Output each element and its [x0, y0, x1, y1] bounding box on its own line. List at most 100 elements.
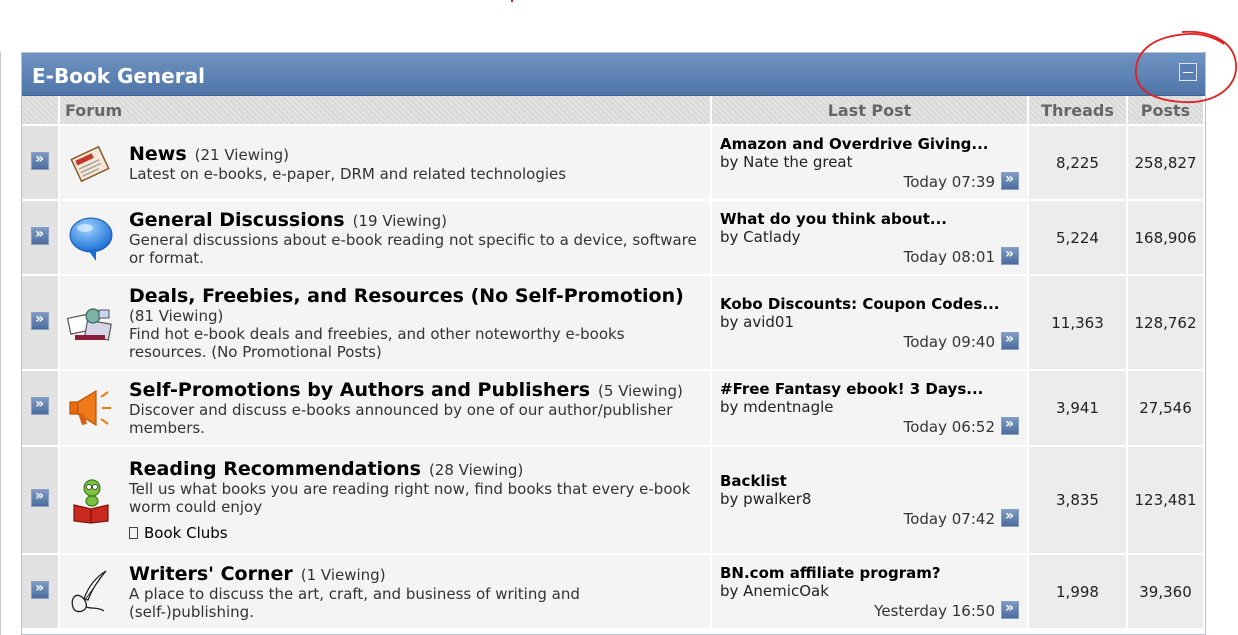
column-header-spacer: [22, 96, 60, 126]
forum-description: General discussions about e-book reading…: [129, 230, 697, 267]
column-header-posts: Posts: [1128, 96, 1205, 126]
forum-status-cell: [22, 126, 60, 201]
last-post-cell: Kobo Discounts: Coupon Codes... by avid0…: [712, 276, 1029, 371]
forum-title-link[interactable]: General Discussions: [129, 209, 345, 231]
go-to-last-post-button[interactable]: [1001, 171, 1019, 190]
bookworm-icon: [73, 479, 109, 524]
viewing-count: (28 Viewing): [428, 461, 524, 479]
forum-description: Find hot e-book deals and freebies, and …: [129, 324, 625, 361]
forum-title-link[interactable]: Reading Recommendations: [129, 458, 421, 480]
forum-jump-button[interactable]: [31, 226, 49, 245]
last-post-cell: #Free Fantasy ebook! 3 Days... by mdentn…: [712, 371, 1029, 447]
deals-icon: [66, 307, 112, 341]
last-post-author[interactable]: by AnemicOak: [720, 582, 1019, 600]
forum-jump-button[interactable]: [31, 396, 49, 415]
column-header-threads: Threads: [1029, 96, 1128, 126]
last-post-cell: Backlist by pwalker8 Today 07:42: [712, 447, 1029, 555]
last-post-author[interactable]: by avid01: [720, 313, 1019, 331]
column-header-last-post: Last Post: [712, 96, 1029, 126]
forum-description: Discover and discuss e-books announced b…: [129, 401, 673, 437]
last-post-time: Today 06:52: [903, 418, 995, 436]
subforum-label: Book Clubs: [144, 524, 228, 542]
thread-count: 8,225: [1029, 126, 1128, 201]
go-to-last-post-button[interactable]: [1001, 508, 1019, 527]
column-header-row: Forum Last Post Threads Posts: [22, 96, 1205, 126]
last-post-author[interactable]: by mdentnagle: [720, 398, 1019, 416]
forum-status-cell: [22, 276, 60, 371]
forum-row-general-discussions: General Discussions (19 Viewing) General …: [22, 201, 1205, 276]
go-to-last-post-button[interactable]: [1001, 246, 1019, 265]
last-post-cell: What do you think about... by Catlady To…: [712, 201, 1029, 276]
viewing-count: (5 Viewing): [598, 382, 683, 400]
last-post-title-link[interactable]: Kobo Discounts: Coupon Codes...: [720, 295, 1019, 313]
forum-description: A place to discuss the art, craft, and b…: [129, 584, 580, 621]
forum-status-cell: [22, 201, 60, 276]
forum-row-self-promotions: Self-Promotions by Authors and Publisher…: [22, 371, 1205, 447]
viewing-count: (19 Viewing): [352, 211, 447, 230]
megaphone-icon: [69, 389, 111, 427]
last-post-time: Today 09:40: [903, 332, 995, 351]
forum-jump-button[interactable]: [31, 488, 49, 507]
thread-count: 3,941: [1029, 371, 1128, 447]
forum-jump-button[interactable]: [31, 151, 49, 170]
forum-title-link[interactable]: Self-Promotions by Authors and Publisher…: [129, 379, 590, 401]
post-count: 258,827: [1128, 126, 1205, 201]
forum-row-reading-recommendations: Reading Recommendations (28 Viewing) Tell…: [22, 447, 1205, 555]
go-to-last-post-button[interactable]: [1001, 600, 1019, 619]
thread-count: 3,835: [1029, 447, 1128, 555]
last-post-time: Today 07:39: [903, 172, 995, 191]
category-title[interactable]: E-Book General: [32, 64, 205, 88]
post-count: 123,481: [1128, 447, 1205, 555]
forum-status-cell: [22, 447, 60, 555]
page-left-border: [0, 52, 1, 635]
newspaper-icon: [70, 145, 110, 182]
forum-jump-button[interactable]: [31, 311, 49, 330]
column-header-forum: Forum: [60, 96, 712, 126]
forum-description: Tell us what books you are reading right…: [129, 480, 691, 516]
post-count: 128,762: [1128, 276, 1205, 371]
go-to-last-post-button[interactable]: [1001, 331, 1019, 350]
subforum-link-book-clubs[interactable]: Book Clubs: [129, 524, 702, 542]
last-post-title-link[interactable]: Amazon and Overdrive Giving...: [720, 135, 1019, 153]
last-post-title-link[interactable]: BN.com affiliate program?: [720, 564, 1019, 582]
last-post-author[interactable]: by Nate the great: [720, 153, 1019, 171]
forum-info-cell: Deals, Freebies, and Resources (No Self-…: [60, 276, 712, 371]
collapse-category-button[interactable]: [1179, 63, 1197, 81]
forum-status-cell: [22, 371, 60, 447]
speech-bubble-icon: [69, 217, 113, 261]
quill-pen-icon: [71, 569, 107, 612]
forum-info-cell: Self-Promotions by Authors and Publisher…: [60, 371, 712, 447]
post-count: 168,906: [1128, 201, 1205, 276]
forum-description: Latest on e-books, e-paper, DRM and rela…: [129, 164, 567, 183]
thread-count: 5,224: [1029, 201, 1128, 276]
last-post-author[interactable]: by pwalker8: [720, 490, 1019, 508]
forum-title-link[interactable]: News: [129, 143, 187, 165]
viewing-count: (21 Viewing): [194, 145, 290, 164]
last-post-time: Today 07:42: [903, 510, 995, 528]
annotation-dot: [511, 0, 513, 2]
forum-jump-button[interactable]: [31, 580, 49, 599]
forum-info-cell: Reading Recommendations (28 Viewing) Tell…: [60, 447, 712, 555]
thread-count: 1,998: [1029, 555, 1128, 630]
forum-info-cell: General Discussions (19 Viewing) General …: [60, 201, 712, 276]
forum-title-link[interactable]: Writers' Corner: [129, 563, 293, 585]
forum-row-writers-corner: Writers' Corner (1 Viewing) A place to di…: [22, 555, 1205, 630]
last-post-title-link[interactable]: What do you think about...: [720, 210, 1019, 228]
document-icon: [129, 527, 138, 539]
category-header: E-Book General: [22, 53, 1205, 96]
last-post-cell: BN.com affiliate program? by AnemicOak Y…: [712, 555, 1029, 630]
viewing-count: (81 Viewing): [129, 306, 224, 325]
post-count: 39,360: [1128, 555, 1205, 630]
forum-table: Forum Last Post Threads Posts » News (21…: [22, 96, 1205, 630]
go-to-last-post-button[interactable]: [1001, 416, 1019, 435]
forum-category-block: E-Book General Forum Last Post Threads P…: [21, 52, 1206, 635]
last-post-time: Today 08:01: [903, 247, 995, 266]
forum-title-link[interactable]: Deals, Freebies, and Resources (No Self-…: [129, 285, 684, 307]
last-post-author[interactable]: by Catlady: [720, 228, 1019, 246]
last-post-title-link[interactable]: #Free Fantasy ebook! 3 Days...: [720, 380, 1019, 398]
last-post-cell: Amazon and Overdrive Giving... by Nate t…: [712, 126, 1029, 201]
forum-row-deals: Deals, Freebies, and Resources (No Self-…: [22, 276, 1205, 371]
forum-row-news: News (21 Viewing) Latest on e-books, e-pa…: [22, 126, 1205, 201]
forum-info-cell: Writers' Corner (1 Viewing) A place to di…: [60, 555, 712, 630]
last-post-title-link[interactable]: Backlist: [720, 472, 1019, 490]
